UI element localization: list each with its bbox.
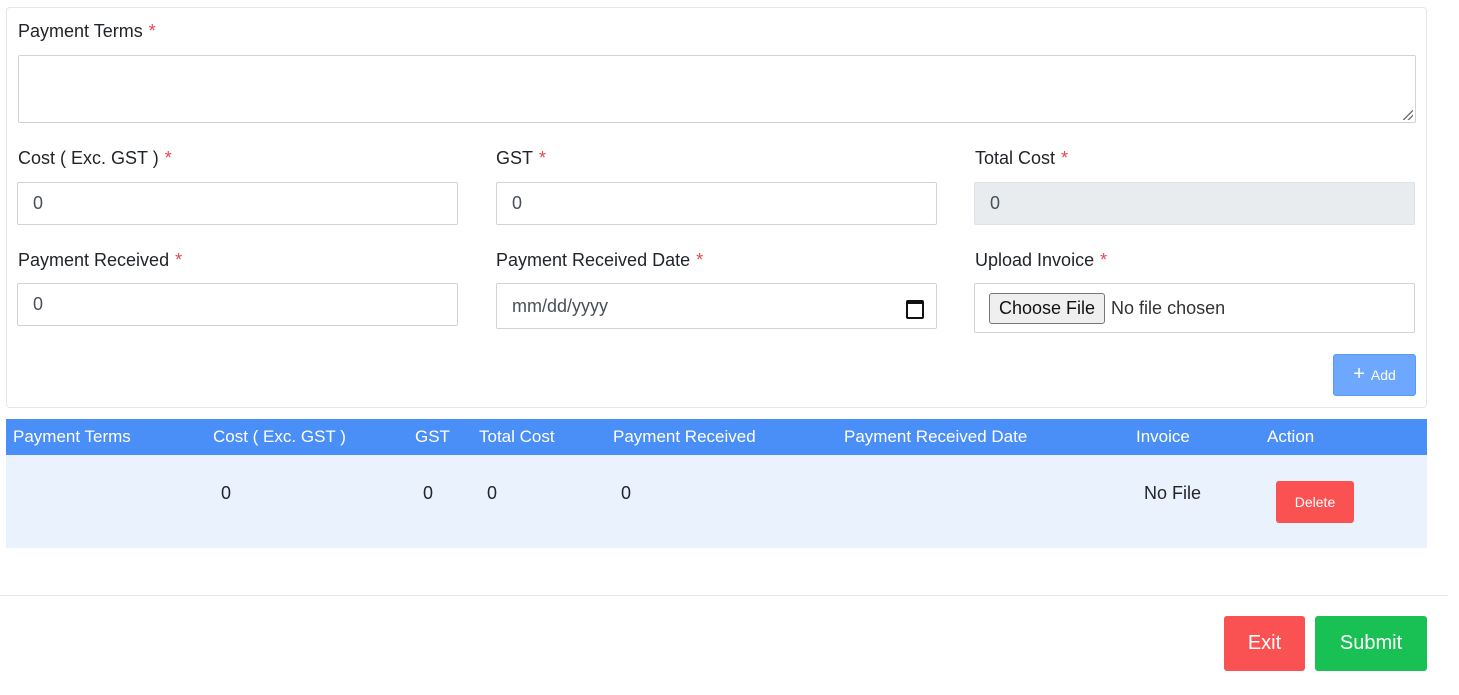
table-row: 0 0 0 0 No File Delete xyxy=(6,455,1427,548)
col-header-cost-exc-gst: Cost ( Exc. GST ) xyxy=(213,427,346,446)
submit-button[interactable]: Submit xyxy=(1315,616,1427,671)
col-header-gst: GST xyxy=(415,427,450,446)
required-marker: * xyxy=(696,250,704,270)
delete-button[interactable]: Delete xyxy=(1276,481,1354,523)
required-marker: * xyxy=(1061,148,1069,168)
total-cost-label-text: Total Cost xyxy=(975,148,1056,168)
col-header-payment-terms: Payment Terms xyxy=(13,427,131,446)
total-cost-input: 0 xyxy=(974,182,1415,225)
payment-received-value: 0 xyxy=(33,294,44,314)
required-marker: * xyxy=(148,21,156,41)
payment-form-card: Payment Terms * Cost ( Exc. GST ) * 0 GST *… xyxy=(6,7,1427,408)
gst-label: GST * xyxy=(496,148,546,169)
total-cost-label: Total Cost * xyxy=(975,148,1068,169)
payment-received-date-input[interactable]: mm/dd/yyyy xyxy=(496,283,937,329)
required-marker: * xyxy=(164,148,172,168)
upload-invoice-label-text: Upload Invoice xyxy=(975,250,1095,270)
add-button[interactable]: + Add xyxy=(1333,354,1416,396)
payment-received-label: Payment Received * xyxy=(18,250,182,271)
gst-value: 0 xyxy=(512,193,523,213)
cost-exc-gst-label-text: Cost ( Exc. GST ) xyxy=(18,148,159,168)
payment-received-input[interactable]: 0 xyxy=(17,283,458,326)
cell-cost-exc-gst: 0 xyxy=(221,483,232,503)
cost-exc-gst-input[interactable]: 0 xyxy=(17,182,458,225)
file-status-text: No file chosen xyxy=(1111,297,1226,318)
payment-received-date-label: Payment Received Date * xyxy=(496,250,703,271)
upload-invoice-label: Upload Invoice * xyxy=(975,250,1107,271)
col-header-payment-received: Payment Received xyxy=(613,427,756,446)
upload-invoice-field[interactable]: Choose File No file chosen xyxy=(974,283,1415,333)
calendar-icon[interactable] xyxy=(905,298,924,319)
cell-gst: 0 xyxy=(423,483,434,503)
choose-file-button[interactable]: Choose File xyxy=(989,292,1106,324)
payment-received-label-text: Payment Received xyxy=(18,250,170,270)
gst-input[interactable]: 0 xyxy=(496,182,937,225)
required-marker: * xyxy=(1100,250,1108,270)
required-marker: * xyxy=(175,250,183,270)
cell-total-cost: 0 xyxy=(487,483,498,503)
footer-divider xyxy=(0,595,1448,596)
exit-button[interactable]: Exit xyxy=(1224,616,1305,671)
cost-exc-gst-value: 0 xyxy=(33,193,44,213)
col-header-payment-received-date: Payment Received Date xyxy=(844,427,1028,446)
col-header-total-cost: Total Cost xyxy=(479,427,555,446)
gst-label-text: GST xyxy=(496,148,534,168)
table-header: Payment Terms Cost ( Exc. GST ) GST Tota… xyxy=(6,419,1427,455)
payment-terms-label-text: Payment Terms xyxy=(18,21,143,41)
resize-handle-icon[interactable] xyxy=(1403,110,1413,120)
payment-received-date-label-text: Payment Received Date xyxy=(496,250,691,270)
col-header-action: Action xyxy=(1267,427,1315,446)
cell-payment-received: 0 xyxy=(621,483,632,503)
required-marker: * xyxy=(539,148,547,168)
payment-terms-label: Payment Terms * xyxy=(18,21,156,42)
add-button-label: Add xyxy=(1370,367,1396,383)
date-placeholder: mm/dd/yyyy xyxy=(512,295,609,316)
cost-exc-gst-label: Cost ( Exc. GST ) * xyxy=(18,148,172,169)
total-cost-value: 0 xyxy=(990,193,1001,213)
col-header-invoice: Invoice xyxy=(1136,427,1190,446)
plus-icon: + xyxy=(1353,362,1365,385)
payment-terms-textarea[interactable] xyxy=(18,55,1416,123)
cell-invoice: No File xyxy=(1144,483,1202,503)
